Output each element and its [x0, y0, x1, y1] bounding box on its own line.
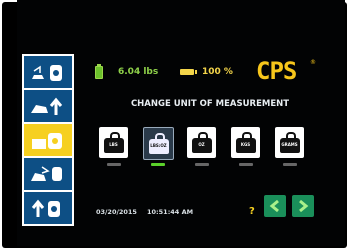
settings-scale-icon [32, 133, 62, 149]
weight-readout: 6.04 lbs [118, 67, 159, 77]
sidebar-item-settings[interactable] [24, 124, 72, 156]
weight-icon: OZ [191, 132, 212, 153]
status-header: 6.04 lbs 100 % CPS ® [80, 57, 338, 85]
unit-label: KGS [240, 142, 251, 147]
tank-up-arrow-icon [31, 199, 60, 217]
unit-button-kgs[interactable]: KGS [231, 127, 260, 158]
car-transfer-icon [31, 166, 62, 181]
time-readout: 10:51:44 AM [147, 208, 194, 216]
weight-icon: GRAMS [279, 132, 300, 153]
battery-icon [180, 69, 197, 75]
weight-icon: LBS:OZ [148, 133, 169, 154]
unit-indicator [107, 163, 121, 166]
page-title: CHANGE UNIT OF MEASUREMENT [130, 99, 290, 109]
chevron-left-icon [269, 199, 279, 213]
help-button[interactable]: ? [249, 206, 255, 217]
unit-label: GRAMS [281, 142, 298, 147]
scale-battery-icon [95, 64, 103, 79]
unit-button-oz[interactable]: OZ [187, 127, 216, 158]
date-readout: 03/20/2015 [96, 208, 137, 216]
unit-button-lbs-oz[interactable]: LBS:OZ [143, 127, 174, 160]
unit-indicator [239, 163, 253, 166]
unit-label: LBS [109, 142, 118, 147]
unit-label: OZ [198, 142, 205, 147]
chevron-right-icon [299, 199, 309, 213]
registered-mark: ® [310, 59, 316, 66]
sidebar-item-car-up[interactable] [24, 90, 72, 122]
sidebar-item-scale-tank[interactable] [24, 56, 72, 88]
unit-button-grams[interactable]: GRAMS [275, 127, 304, 158]
battery-percent: 100 % [202, 67, 233, 77]
weight-icon: LBS [103, 132, 124, 153]
scale-tank-down-icon [32, 65, 62, 81]
cps-logo: CPS [256, 57, 297, 85]
next-button[interactable] [292, 195, 314, 217]
unit-label: LBS:OZ [150, 143, 167, 148]
back-button[interactable] [264, 195, 286, 217]
sidebar-item-car-transfer[interactable] [24, 158, 72, 190]
unit-button-lbs[interactable]: LBS [99, 127, 128, 158]
weight-icon: KGS [235, 132, 256, 153]
sidebar-item-tank-up[interactable] [24, 192, 72, 224]
unit-indicator [195, 163, 209, 166]
car-up-arrow-icon [31, 97, 63, 115]
unit-selector: LBS LBS:OZ OZ KGS GRAMS [99, 127, 319, 166]
unit-indicator [283, 163, 297, 166]
unit-indicator-selected [151, 163, 165, 166]
